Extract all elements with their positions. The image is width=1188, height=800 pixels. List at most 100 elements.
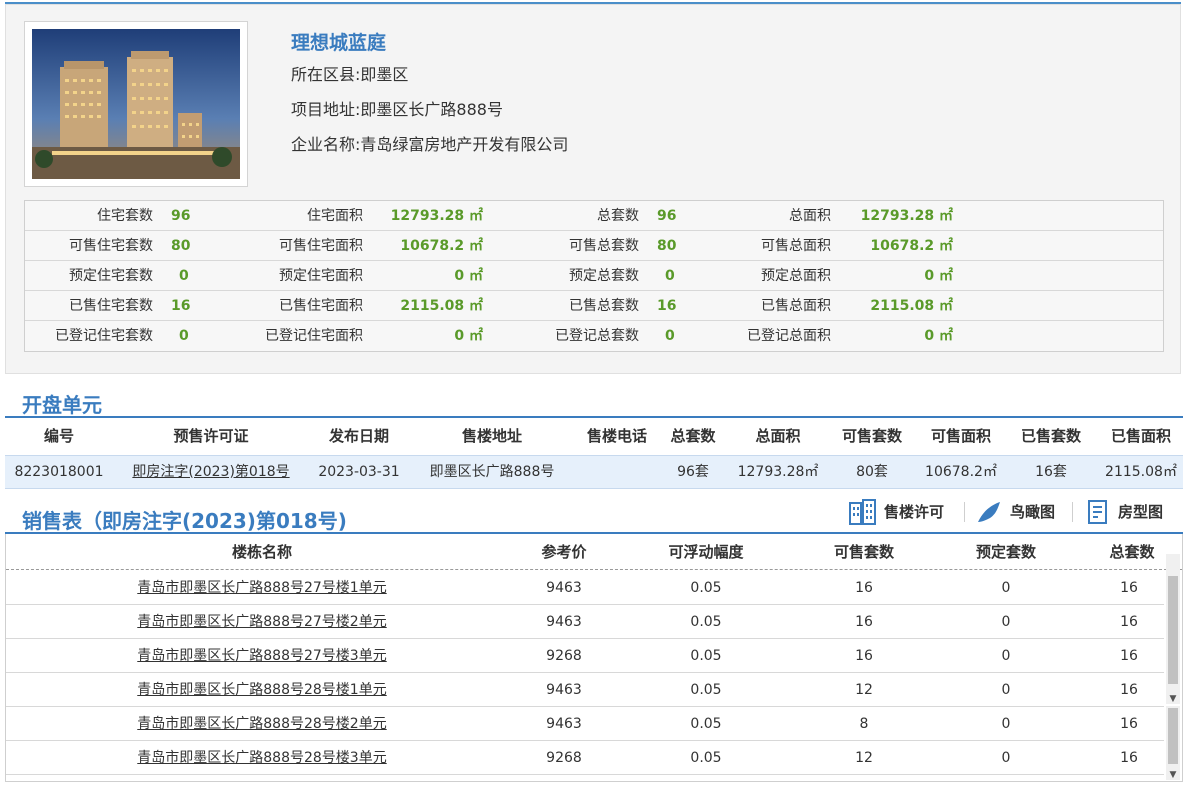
stats-label: 预定总套数 — [569, 268, 639, 284]
stats-row: 已登记住宅套数 0 已登记住宅面积 0 ㎡ 已登记总套数 0 已登记总面积 0 … — [25, 321, 1163, 351]
scroll-down-icon[interactable]: ▼ — [1166, 770, 1180, 780]
company-value: 青岛绿富房地产开发有限公司 — [360, 135, 569, 154]
float-range: 0.05 — [690, 750, 722, 766]
scroll-down-icon[interactable]: ▼ — [1166, 694, 1180, 704]
project-photo[interactable] — [32, 29, 240, 179]
sales-section-title: 销售表（即房注字(2023)第018号) — [22, 509, 347, 533]
project-title: 理想城蓝庭 — [291, 32, 387, 54]
presale-permit-link[interactable]: 即房注字(2023)第018号 — [123, 456, 299, 488]
project-info: 理想城蓝庭 所在区县:即墨区 项目地址:即墨区长广路888号 企业名称:青岛绿富… — [291, 29, 568, 162]
sales-phone — [577, 456, 657, 488]
scrollbar-upper[interactable]: ▼ — [1166, 554, 1180, 704]
stats-value: 12793.28 ㎡ — [390, 208, 483, 224]
stats-value: 16 — [171, 298, 191, 314]
stats-value: 80 — [657, 238, 677, 254]
stats-row: 已售住宅套数 16 已售住宅面积 2115.08 ㎡ 已售总套数 16 已售总面… — [25, 291, 1163, 321]
total-count: 16 — [1120, 716, 1138, 732]
reserved-count: 0 — [1001, 614, 1011, 630]
stats-value: 0 — [179, 268, 189, 284]
stats-label: 已登记总面积 — [747, 328, 831, 344]
reserved-count: 0 — [1001, 682, 1011, 698]
total-count: 16 — [1120, 614, 1138, 630]
building-name-link[interactable]: 青岛市即墨区长广路888号27号楼2单元 — [10, 605, 514, 639]
units-col-header: 已售面积 — [1110, 427, 1171, 445]
building-name-link[interactable]: 青岛市即墨区长广路888号28号楼3单元 — [10, 741, 514, 775]
building-name-link[interactable]: 青岛市即墨区长广路888号28号楼1单元 — [10, 673, 514, 707]
reference-price: 9463 — [546, 716, 582, 732]
sales-permit-label: 售楼许可 — [884, 503, 945, 521]
stats-value: 10678.2 ㎡ — [870, 238, 953, 254]
scrollbar-thumb[interactable] — [1168, 708, 1178, 764]
sales-table-row[interactable]: 青岛市即墨区长广路888号27号楼1单元 9463 0.05 16 0 16 — [6, 571, 1164, 605]
stats-label: 住宅面积 — [307, 208, 363, 224]
stats-label: 已登记住宅面积 — [265, 328, 363, 344]
company-row: 企业名称:青岛绿富房地产开发有限公司 — [291, 127, 568, 162]
stats-label: 预定住宅套数 — [69, 268, 153, 284]
units-section-title: 开盘单元 — [22, 393, 102, 417]
aerial-view-label: 鸟瞰图 — [1010, 503, 1056, 521]
units-col-header: 售楼地址 — [461, 427, 522, 445]
reference-price: 9463 — [546, 580, 582, 596]
total-count: 16 — [1120, 750, 1138, 766]
sales-address: 即墨区长广路888号 — [429, 464, 555, 480]
project-card: 理想城蓝庭 所在区县:即墨区 项目地址:即墨区长广路888号 企业名称:青岛绿富… — [5, 4, 1181, 374]
reserved-count: 0 — [1001, 580, 1011, 596]
available-count: 16 — [855, 614, 873, 630]
units-col-header: 预售许可证 — [173, 427, 249, 445]
address-value: 即墨区长广路888号 — [360, 100, 503, 119]
stats-label: 总面积 — [789, 208, 831, 224]
stats-row: 可售住宅套数 80 可售住宅面积 10678.2 ㎡ 可售总套数 80 可售总面… — [25, 231, 1163, 261]
tool-separator — [1072, 502, 1073, 522]
sales-table-row[interactable]: 青岛市即墨区长广路888号28号楼3单元 9268 0.05 12 0 16 — [6, 741, 1164, 775]
stats-label: 住宅套数 — [97, 208, 153, 224]
stats-label: 可售住宅面积 — [279, 238, 363, 254]
sales-table-row[interactable]: 青岛市即墨区长广路888号28号楼2单元 9463 0.05 8 0 16 — [6, 707, 1164, 741]
stats-label: 已售住宅套数 — [69, 298, 153, 314]
stats-label: 可售总面积 — [761, 238, 831, 254]
district-value: 即墨区 — [360, 65, 409, 84]
sales-col-header: 楼栋名称 — [231, 543, 292, 561]
sales-table: 楼栋名称 参考价 可浮动幅度 可售套数 预定套数 总套数 青岛市即墨区长广路88… — [5, 534, 1183, 782]
stats-label: 已售住宅面积 — [279, 298, 363, 314]
available-count: 16 — [855, 648, 873, 664]
sales-table-header: 楼栋名称 参考价 可浮动幅度 可售套数 预定套数 总套数 — [6, 534, 1182, 570]
sales-col-header: 可浮动幅度 — [668, 543, 744, 561]
units-col-header: 可售套数 — [841, 427, 902, 445]
building-name-link[interactable]: 青岛市即墨区长广路888号27号楼1单元 — [10, 571, 514, 605]
available-count: 12 — [855, 750, 873, 766]
document-icon — [1086, 499, 1110, 525]
sales-table-row[interactable]: 青岛市即墨区长广路888号27号楼2单元 9463 0.05 16 0 16 — [6, 605, 1164, 639]
available-area: 10678.2㎡ — [925, 464, 997, 480]
total-count: 16 — [1120, 580, 1138, 596]
floor-plan-label: 房型图 — [1118, 503, 1164, 521]
stats-label: 已登记住宅套数 — [55, 328, 153, 344]
sold-area: 2115.08㎡ — [1105, 464, 1177, 480]
aerial-view-tool[interactable]: 鸟瞰图 — [976, 496, 1062, 528]
scrollbar-lower[interactable]: ▼ — [1166, 706, 1180, 780]
stats-value: 0 ㎡ — [924, 268, 953, 284]
building-name-link[interactable]: 青岛市即墨区长广路888号27号楼3单元 — [10, 639, 514, 673]
district-row: 所在区县:即墨区 — [291, 57, 568, 92]
district-label: 所在区县: — [291, 65, 361, 84]
sales-table-row[interactable]: 青岛市即墨区长广路888号27号楼3单元 9268 0.05 16 0 16 — [6, 639, 1164, 673]
units-table-row[interactable]: 8223018001 即房注字(2023)第018号 2023-03-31 即墨… — [5, 455, 1183, 489]
stats-label: 可售总套数 — [569, 238, 639, 254]
stats-value: 0 ㎡ — [454, 328, 483, 344]
available-count: 8 — [859, 716, 869, 732]
units-col-header: 可售面积 — [930, 427, 991, 445]
total-area: 12793.28㎡ — [737, 464, 819, 480]
unit-id: 8223018001 — [14, 464, 104, 480]
stats-value: 96 — [171, 208, 191, 224]
stats-label: 可售住宅套数 — [69, 238, 153, 254]
scrollbar-thumb[interactable] — [1168, 576, 1178, 684]
sales-table-row[interactable]: 青岛市即墨区长广路888号28号楼1单元 9463 0.05 12 0 16 — [6, 673, 1164, 707]
stats-value: 96 — [657, 208, 677, 224]
stats-table: 住宅套数 96 住宅面积 12793.28 ㎡ 总套数 96 总面积 12793… — [24, 200, 1164, 352]
stats-label: 总套数 — [597, 208, 639, 224]
building-name-link[interactable]: 青岛市即墨区长广路888号28号楼2单元 — [10, 707, 514, 741]
stats-value: 0 ㎡ — [454, 268, 483, 284]
reserved-count: 0 — [1001, 648, 1011, 664]
bird-icon — [976, 500, 1004, 524]
sales-permit-tool[interactable]: 售楼许可 — [848, 496, 958, 528]
floor-plan-tool[interactable]: 房型图 — [1086, 496, 1172, 528]
